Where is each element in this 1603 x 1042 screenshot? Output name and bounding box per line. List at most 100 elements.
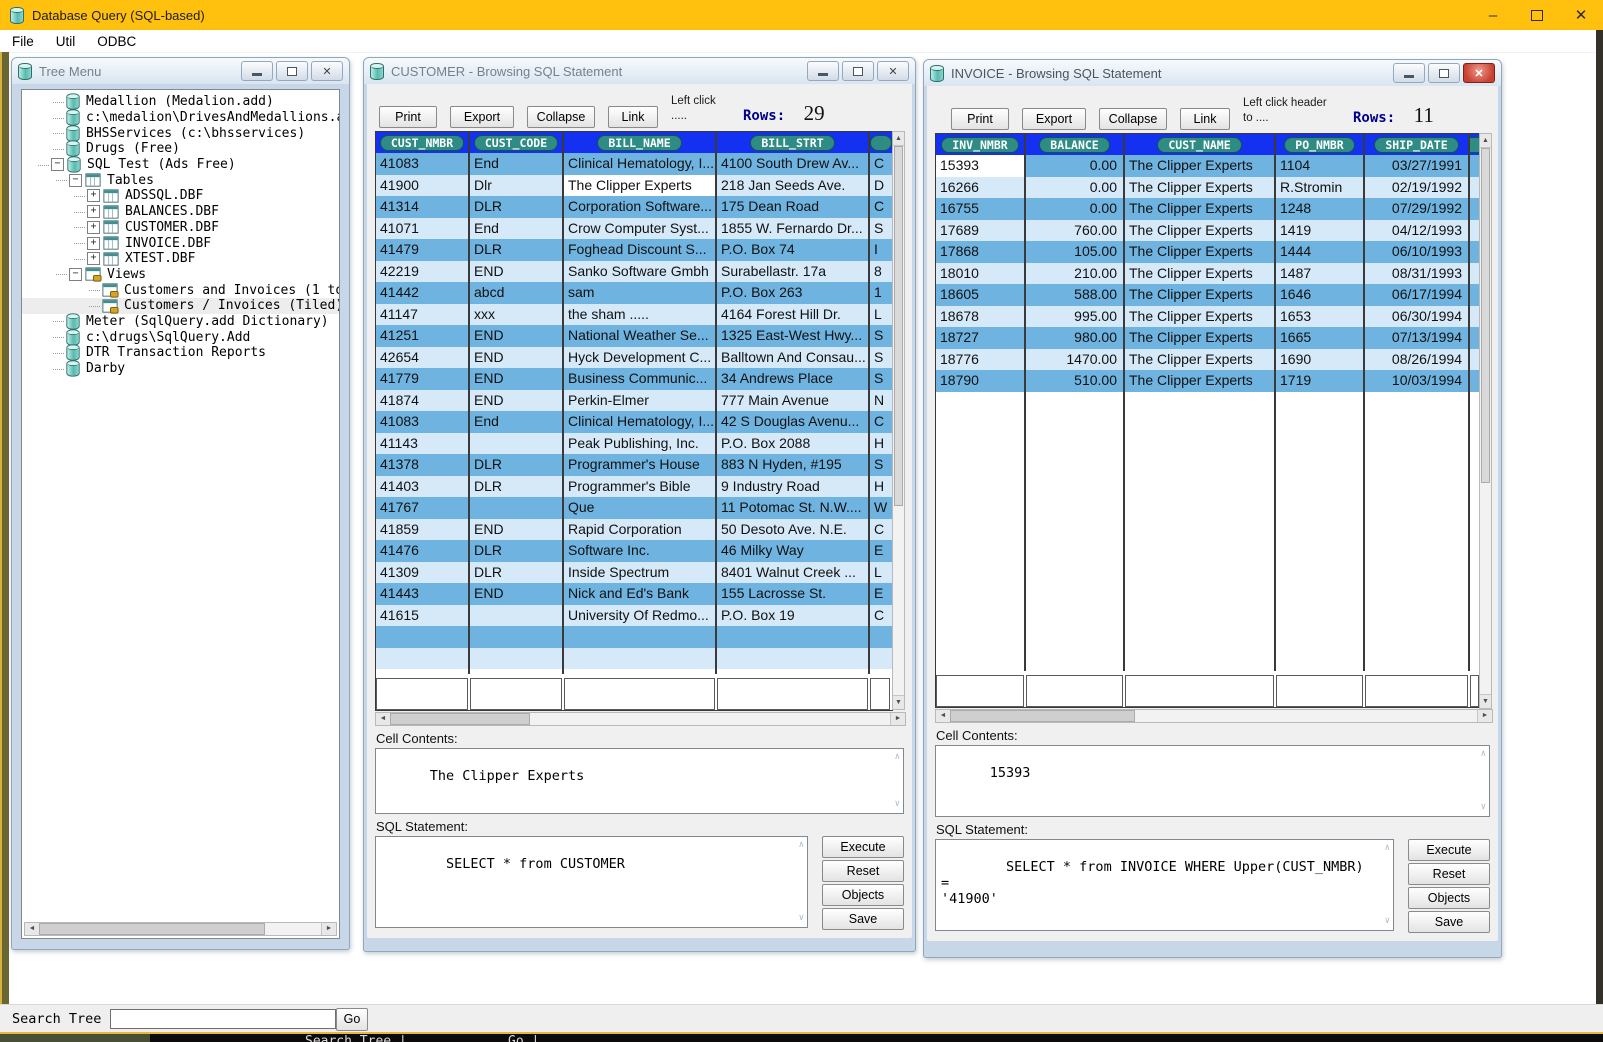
expand-box-icon[interactable]: + xyxy=(87,237,100,250)
grid-cell[interactable]: Foghead Discount S... xyxy=(564,239,717,261)
grid-cell[interactable]: 18010 xyxy=(936,263,1026,285)
grid-cell[interactable] xyxy=(1365,675,1468,707)
grid-cell[interactable]: 41874 xyxy=(376,390,470,412)
grid-cell[interactable]: 07/13/1994 xyxy=(1365,327,1470,349)
grid-cell[interactable]: D xyxy=(870,175,892,197)
grid-cell[interactable]: 41443 xyxy=(376,583,470,605)
menu-file[interactable]: File xyxy=(12,34,34,49)
grid-cell[interactable] xyxy=(1026,675,1123,707)
grid-cell[interactable]: 1646 xyxy=(1276,284,1365,306)
grid-cell[interactable]: 18678 xyxy=(936,306,1026,328)
tree-minimize-button[interactable] xyxy=(241,61,273,81)
grid-cell[interactable] xyxy=(470,497,564,519)
app-maximize-button[interactable] xyxy=(1515,7,1559,24)
link-button[interactable]: Link xyxy=(1180,108,1230,130)
grid-cell[interactable]: 41900 xyxy=(376,175,470,197)
grid-cell[interactable]: 0.00 xyxy=(1026,155,1125,177)
objects-button[interactable]: Objects xyxy=(822,884,904,906)
tree-window-titlebar[interactable]: Tree Menu ✕ xyxy=(12,58,349,84)
grid-cell[interactable]: Crow Computer Syst... xyxy=(564,218,717,240)
invoice-sql-input[interactable]: SELECT * from INVOICE WHERE Upper(CUST_N… xyxy=(935,839,1394,931)
grid-cell[interactable]: H xyxy=(870,433,892,455)
expand-box-icon[interactable]: + xyxy=(87,189,100,202)
grid-cell[interactable]: H xyxy=(870,476,892,498)
tree-item[interactable]: Customers and Invoices (1 to xyxy=(22,282,339,298)
grid-cell[interactable]: S xyxy=(870,368,892,390)
collapse-box-icon[interactable]: − xyxy=(69,268,82,281)
column-header[interactable]: CUST_NAME xyxy=(1125,134,1276,155)
grid-cell[interactable] xyxy=(870,626,892,648)
grid-cell[interactable]: Peak Publishing, Inc. xyxy=(564,433,717,455)
scrollbar-thumb[interactable] xyxy=(1481,148,1490,483)
grid-cell[interactable]: abcd xyxy=(470,282,564,304)
grid-cell[interactable]: END xyxy=(470,390,564,412)
grid-cell[interactable]: DLR xyxy=(470,476,564,498)
grid-cell[interactable]: 41442 xyxy=(376,282,470,304)
grid-cell[interactable]: End xyxy=(470,218,564,240)
tree-item[interactable]: +XTEST.DBF xyxy=(22,251,339,267)
grid-cell[interactable] xyxy=(936,675,1024,707)
invoice-minimize-button[interactable] xyxy=(1393,63,1425,83)
grid-cell[interactable] xyxy=(470,433,564,455)
grid-cell[interactable]: 105.00 xyxy=(1026,241,1125,263)
grid-cell[interactable]: 41378 xyxy=(376,454,470,476)
grid-cell[interactable] xyxy=(1470,220,1479,242)
tree-item[interactable]: c:\drugs\SqlQuery.Add xyxy=(22,329,339,345)
grid-cell[interactable]: 41403 xyxy=(376,476,470,498)
chevron-up-icon[interactable]: ∧ xyxy=(895,753,900,762)
grid-cell[interactable]: 1419 xyxy=(1276,220,1365,242)
menu-odbc[interactable]: ODBC xyxy=(97,34,136,49)
grid-cell[interactable]: 1325 East-West Hwy... xyxy=(717,325,870,347)
chevron-up-icon[interactable]: ∧ xyxy=(1481,750,1486,759)
invoice-cell-contents-box[interactable]: 15393 ∧ ∨ xyxy=(935,745,1490,817)
grid-cell[interactable]: the sham ..... xyxy=(564,304,717,326)
scroll-left-icon[interactable]: ◄ xyxy=(376,713,391,725)
grid-cell[interactable]: 02/19/1992 xyxy=(1365,177,1470,199)
grid-cell[interactable]: xxx xyxy=(470,304,564,326)
tree-item[interactable]: −Views xyxy=(22,267,339,283)
grid-cell[interactable]: 41083 xyxy=(376,411,470,433)
grid-cell[interactable]: 08/26/1994 xyxy=(1365,349,1470,371)
grid-cell[interactable]: Inside Spectrum xyxy=(564,562,717,584)
grid-cell[interactable]: 50 Desoto Ave. N.E. xyxy=(717,519,870,541)
scroll-left-icon[interactable]: ◄ xyxy=(936,710,951,722)
grid-cell[interactable]: 41251 xyxy=(376,325,470,347)
grid-cell[interactable] xyxy=(564,678,715,710)
scroll-left-icon[interactable]: ◄ xyxy=(25,923,40,935)
tree-item[interactable]: Meter (SqlQuery.add Dictionary) xyxy=(22,314,339,330)
scroll-down-icon[interactable]: ▼ xyxy=(1480,694,1491,708)
grid-cell[interactable]: 06/10/1993 xyxy=(1365,241,1470,263)
grid-cell[interactable]: 41767 xyxy=(376,497,470,519)
invoice-restore-button[interactable] xyxy=(1428,63,1460,83)
grid-cell[interactable]: 18790 xyxy=(936,370,1026,392)
grid-cell[interactable]: 210.00 xyxy=(1026,263,1125,285)
invoice-horizontal-scrollbar[interactable]: ◄ ► xyxy=(935,709,1493,723)
grid-cell[interactable]: Clinical Hematology, I... xyxy=(564,153,717,175)
invoice-vertical-scrollbar[interactable]: ▲ ▼ xyxy=(1479,133,1492,709)
chevron-down-icon[interactable]: ∨ xyxy=(895,800,900,809)
grid-cell[interactable]: P.O. Box 74 xyxy=(717,239,870,261)
execute-button[interactable]: Execute xyxy=(822,836,904,858)
grid-cell[interactable]: The Clipper Experts xyxy=(1125,370,1276,392)
save-button[interactable]: Save xyxy=(1408,911,1490,933)
grid-cell[interactable]: 18605 xyxy=(936,284,1026,306)
collapse-button[interactable]: Collapse xyxy=(527,106,595,128)
scroll-up-icon[interactable]: ▲ xyxy=(1480,134,1491,148)
grid-cell[interactable]: W xyxy=(870,497,892,519)
grid-cell[interactable] xyxy=(1470,306,1479,328)
grid-cell[interactable]: 4164 Forest Hill Dr. xyxy=(717,304,870,326)
grid-cell[interactable]: S xyxy=(870,325,892,347)
go-button[interactable]: Go xyxy=(336,1008,368,1031)
scroll-down-icon[interactable]: ▼ xyxy=(893,695,904,709)
grid-cell[interactable] xyxy=(1125,675,1274,707)
grid-cell[interactable] xyxy=(376,626,470,648)
customer-cell-contents-box[interactable]: The Clipper Experts ∧ ∨ xyxy=(375,748,904,814)
tree-close-button[interactable]: ✕ xyxy=(311,61,343,81)
reset-button[interactable]: Reset xyxy=(1408,863,1490,885)
grid-cell[interactable]: The Clipper Experts xyxy=(1125,349,1276,371)
grid-cell[interactable]: 18776 xyxy=(936,349,1026,371)
grid-cell[interactable] xyxy=(470,678,562,710)
expand-box-icon[interactable]: + xyxy=(87,205,100,218)
grid-cell[interactable]: DLR xyxy=(470,540,564,562)
grid-cell[interactable] xyxy=(470,605,564,627)
